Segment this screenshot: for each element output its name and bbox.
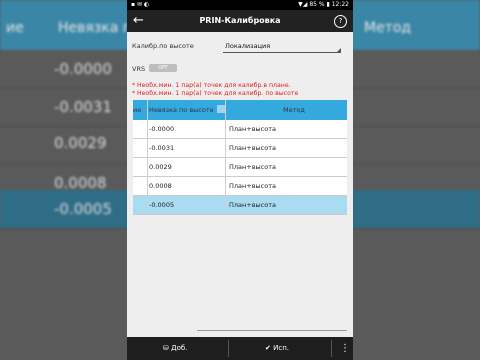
column-header-residual[interactable]: Невязка по высоте: [149, 106, 214, 114]
row-method: План+высота: [229, 163, 277, 171]
battery-level: 85 %: [309, 1, 325, 8]
row-residual: -0.0005: [149, 201, 175, 209]
table-row[interactable]: 0.0029 План+высота: [133, 158, 347, 177]
page-title: PRIN-Калибровка: [199, 16, 281, 25]
bg-cell: -0.0031: [54, 98, 112, 116]
vrs-label: VRS: [132, 65, 146, 73]
vrs-toggle[interactable]: OFF: [149, 64, 177, 72]
horizontal-scrollbar[interactable]: [197, 330, 347, 331]
clock: 12:22: [331, 1, 349, 8]
column-header-name[interactable]: ие: [133, 106, 141, 114]
table-row-selected[interactable]: -0.0005 План+высота: [133, 196, 347, 215]
column-divider: [225, 100, 226, 208]
bg-header-cell: ие: [6, 20, 24, 36]
row-residual: -0.0031: [149, 144, 175, 152]
status-right: ▼◢ 85 % ▮ 12:22: [298, 0, 349, 10]
column-header-method[interactable]: Метод: [283, 106, 305, 114]
row-method: План+высота: [229, 201, 277, 209]
help-icon[interactable]: ?: [334, 15, 347, 28]
check-icon: ✔: [265, 344, 271, 352]
content-area: Калибр.по высоте Локализация VRS OFF * Н…: [127, 32, 353, 337]
status-bar: ▪ ✉ ◐ ▼◢ 85 % ▮ 12:22: [127, 0, 353, 10]
bg-cell: -0.0000: [54, 60, 112, 78]
bg-cell: -0.0005: [54, 200, 112, 218]
bg-cell: 0.0029: [54, 134, 107, 152]
divider: [331, 340, 332, 357]
table-header: ие Невязка по высоте Метод: [133, 100, 347, 120]
dropdown-arrow-icon: [337, 48, 341, 52]
phone-screen: ▪ ✉ ◐ ▼◢ 85 % ▮ 12:22 ← PRIN-Калибровка …: [127, 0, 353, 360]
row-method: План+высота: [229, 182, 277, 190]
calib-height-value: Локализация: [225, 42, 271, 50]
bg-header-cell: Метод: [364, 20, 412, 36]
row-residual: 0.0008: [149, 182, 172, 190]
apply-button-label: Исп.: [273, 344, 289, 352]
divider: [228, 340, 229, 357]
table-row[interactable]: -0.0031 План+высота: [133, 139, 347, 158]
app-bar: ← PRIN-Калибровка ?: [127, 10, 353, 32]
signal-icon: ▼◢: [298, 1, 310, 8]
bottom-bar: ⛁ Доб. ✔ Исп. ⋮: [127, 337, 353, 360]
more-options-icon[interactable]: ⋮: [340, 337, 350, 360]
warning-height: * Необх.мин. 1 пар(а) точек для калибр. …: [132, 90, 299, 97]
table-row[interactable]: -0.0000 План+высота: [133, 120, 347, 139]
calib-height-dropdown[interactable]: Локализация: [223, 40, 341, 53]
add-button-label: Доб.: [171, 344, 188, 352]
status-icons-left: ▪ ✉ ◐: [131, 1, 150, 8]
add-points-icon: ⛁: [163, 344, 169, 352]
sort-icon: [217, 105, 225, 113]
row-residual: 0.0029: [149, 163, 172, 171]
calib-height-label: Калибр.по высоте: [132, 42, 194, 50]
apply-button[interactable]: ✔ Исп.: [265, 337, 289, 360]
add-button[interactable]: ⛁ Доб.: [163, 337, 187, 360]
column-divider: [147, 100, 148, 208]
table-row[interactable]: 0.0008 План+высота: [133, 177, 347, 196]
row-method: План+высота: [229, 144, 277, 152]
warning-plan: * Необх.мин. 1 пар(а) точек для калибр.в…: [132, 82, 291, 89]
row-residual: -0.0000: [149, 125, 175, 133]
row-method: План+высота: [229, 125, 277, 133]
